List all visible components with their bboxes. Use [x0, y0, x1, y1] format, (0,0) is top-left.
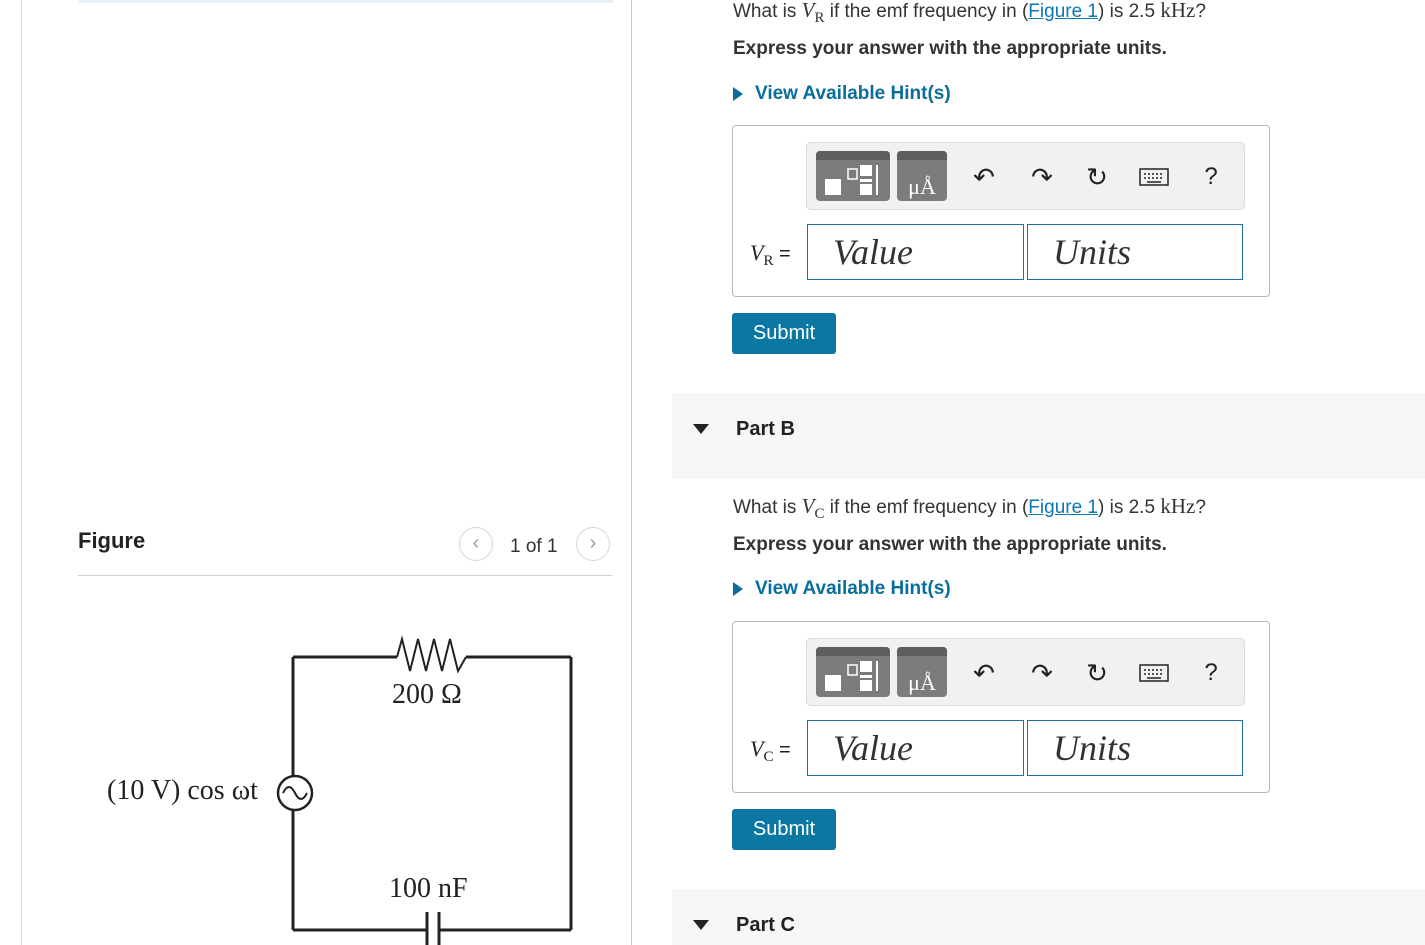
templates-icon [825, 165, 878, 195]
part-b-header[interactable]: Part B [672, 393, 1425, 479]
undo-icon: ↶ [973, 657, 995, 688]
undo-button[interactable]: ↶ [967, 656, 1001, 690]
keyboard-button[interactable] [1137, 160, 1171, 194]
units-button[interactable]: μÅ [897, 647, 947, 697]
part-c-header[interactable]: Part C [672, 889, 1425, 945]
part-b-question: What is VC if the emf frequency in (Figu… [733, 494, 1206, 522]
help-button[interactable]: ? [1194, 160, 1228, 194]
part-b-value-input[interactable]: Value [807, 720, 1024, 776]
units-button[interactable]: μÅ [897, 151, 947, 201]
templates-icon [825, 661, 878, 691]
part-a-units-input[interactable]: Units [1027, 224, 1243, 280]
figure-link[interactable]: Figure 1 [1028, 497, 1098, 518]
part-b-hints-toggle[interactable]: View Available Hint(s) [733, 578, 951, 600]
figure-link[interactable]: Figure 1 [1028, 1, 1098, 22]
reset-icon: ↻ [1086, 161, 1108, 192]
part-a-hints-toggle[interactable]: View Available Hint(s) [733, 83, 951, 105]
units-icon: μÅ [908, 670, 936, 695]
redo-icon: ↷ [1031, 657, 1053, 688]
templates-button[interactable] [816, 647, 890, 697]
keyboard-icon [1139, 664, 1169, 682]
part-b-title: Part B [736, 418, 795, 440]
undo-icon: ↶ [973, 161, 995, 192]
part-b-variable-label: VC = [750, 736, 791, 765]
capacitor-label: 100 nF [389, 873, 468, 904]
part-a-submit-button[interactable]: Submit [732, 313, 836, 354]
part-a-value-input[interactable]: Value [807, 224, 1024, 280]
hint-label: View Available Hint(s) [755, 83, 951, 104]
undo-button[interactable]: ↶ [967, 160, 1001, 194]
caret-down-icon [693, 920, 709, 930]
keyboard-button[interactable] [1137, 656, 1171, 690]
resistor-label: 200 Ω [392, 679, 462, 710]
part-b-submit-button[interactable]: Submit [732, 809, 836, 850]
source-label: (10 V) cos ωt [107, 775, 258, 806]
part-c-title: Part C [736, 914, 795, 936]
part-a-question: What is VR if the emf frequency in (Figu… [733, 0, 1206, 26]
reset-button[interactable]: ↻ [1080, 160, 1114, 194]
redo-button[interactable]: ↷ [1025, 160, 1059, 194]
help-button[interactable]: ? [1194, 656, 1228, 690]
part-a-instruction: Express your answer with the appropriate… [733, 38, 1167, 59]
reset-icon: ↻ [1086, 657, 1108, 688]
circuit-diagram [276, 635, 573, 945]
caret-right-icon [733, 87, 743, 101]
part-b-instruction: Express your answer with the appropriate… [733, 534, 1167, 555]
caret-down-icon [693, 424, 709, 434]
templates-button[interactable] [816, 151, 890, 201]
part-b-units-input[interactable]: Units [1027, 720, 1243, 776]
units-icon: μÅ [908, 174, 936, 199]
caret-right-icon [733, 582, 743, 596]
keyboard-icon [1139, 168, 1169, 186]
redo-icon: ↷ [1031, 161, 1053, 192]
part-b-math-toolbar: μÅ ↶ ↷ ↻ ? [806, 638, 1245, 706]
column-divider [631, 0, 632, 945]
help-icon: ? [1204, 163, 1218, 190]
help-icon: ? [1204, 659, 1218, 686]
part-a-math-toolbar: μÅ ↶ ↷ ↻ ? [806, 142, 1245, 210]
part-a-variable-label: VR = [750, 240, 791, 269]
redo-button[interactable]: ↷ [1025, 656, 1059, 690]
hint-label: View Available Hint(s) [755, 578, 951, 599]
reset-button[interactable]: ↻ [1080, 656, 1114, 690]
resistor-symbol [396, 635, 467, 674]
